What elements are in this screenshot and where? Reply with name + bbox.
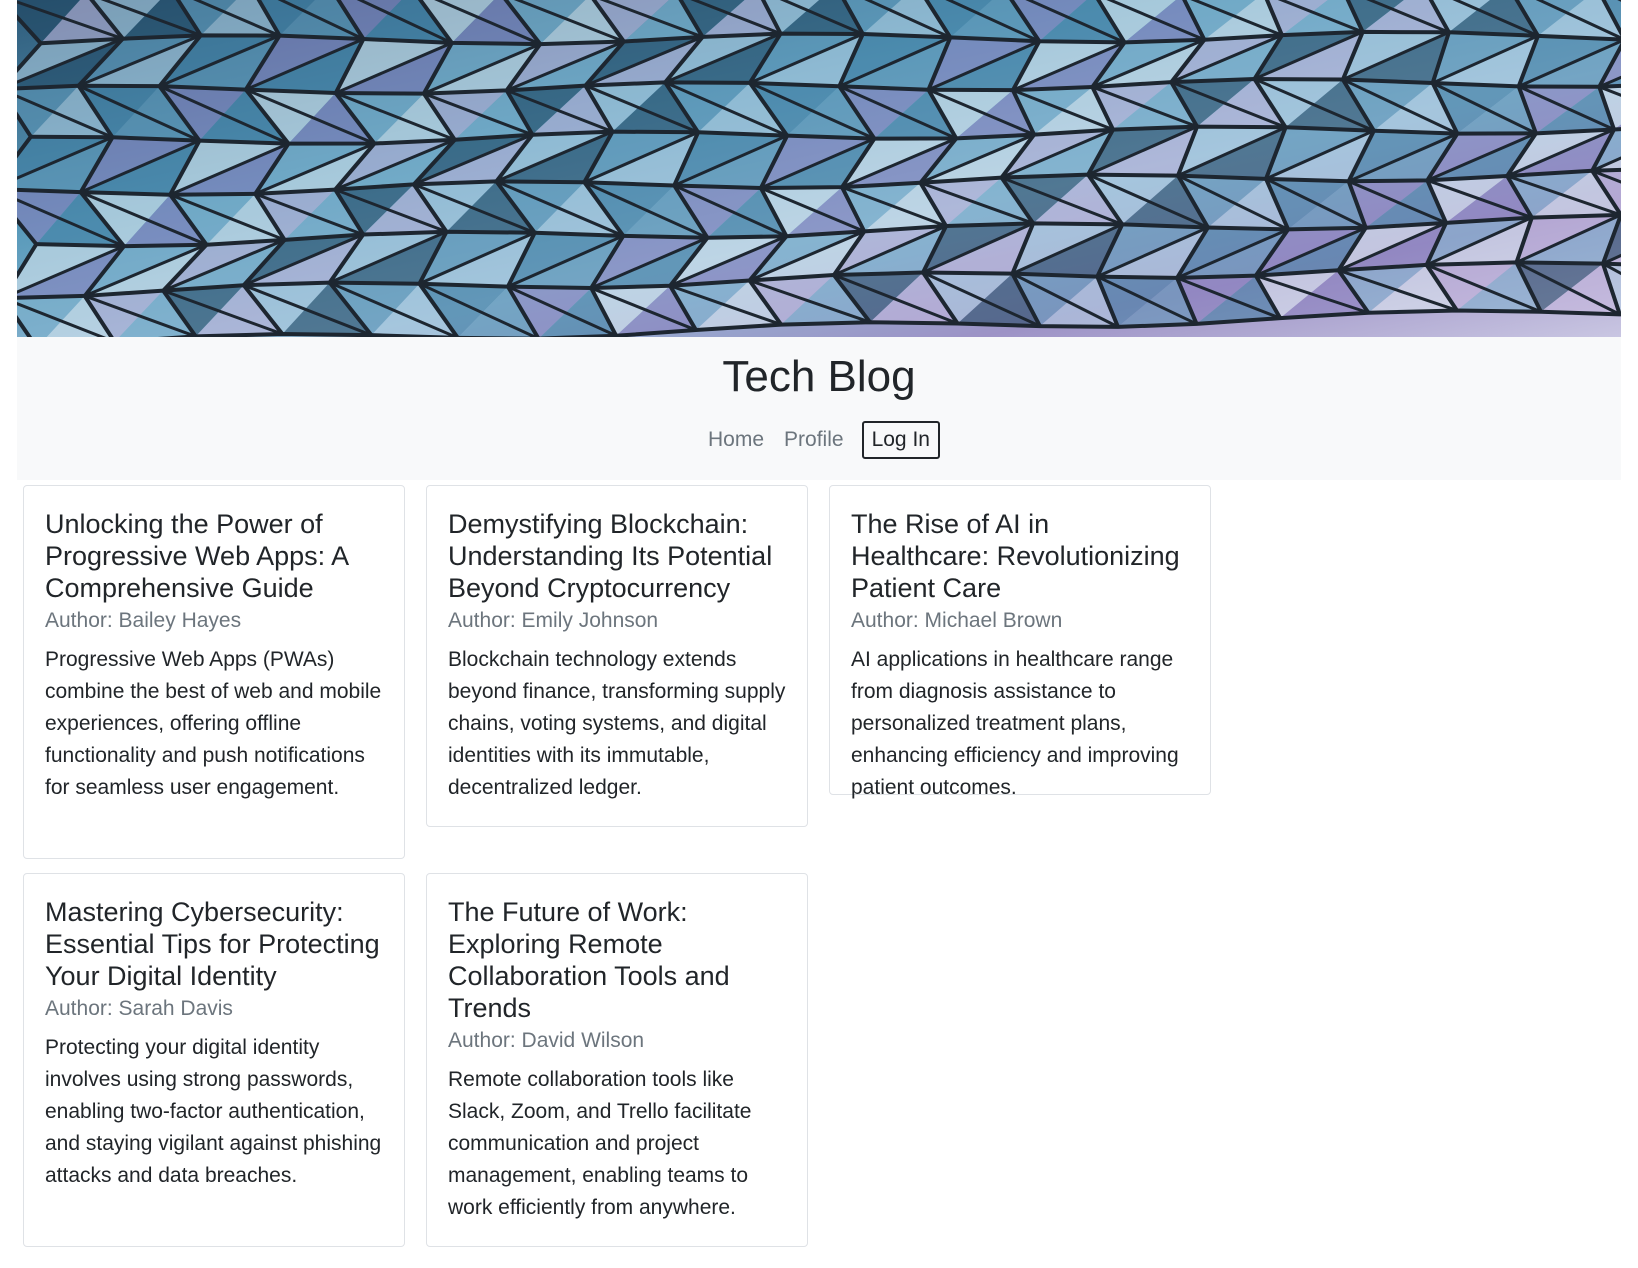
- post-title[interactable]: Unlocking the Power of Progressive Web A…: [45, 508, 383, 604]
- nav-profile-link[interactable]: Profile: [774, 421, 854, 459]
- post-author: Author: Bailey Hayes: [45, 609, 242, 632]
- post-title[interactable]: The Future of Work: Exploring Remote Col…: [448, 896, 786, 1024]
- post-title[interactable]: Demystifying Blockchain: Understanding I…: [448, 508, 786, 604]
- login-button[interactable]: Log In: [861, 421, 940, 459]
- post-title[interactable]: The Rise of AI in Healthcare: Revolution…: [851, 508, 1189, 604]
- post-author: Author: David Wilson: [448, 1029, 645, 1052]
- post-summary: Progressive Web Apps (PWAs) combine the …: [45, 648, 382, 799]
- post-title[interactable]: Mastering Cybersecurity: Essential Tips …: [45, 896, 383, 992]
- post-summary: AI applications in healthcare range from…: [851, 648, 1179, 799]
- post-author: Author: Michael Brown: [851, 609, 1063, 632]
- post-card[interactable]: Mastering Cybersecurity: Essential Tips …: [23, 873, 405, 1247]
- post-summary: Blockchain technology extends beyond fin…: [448, 648, 786, 799]
- hero-banner-image: [17, 0, 1621, 337]
- post-summary: Remote collaboration tools like Slack, Z…: [448, 1068, 752, 1219]
- main-nav: Home Profile Log In: [17, 421, 1621, 459]
- post-card[interactable]: Demystifying Blockchain: Understanding I…: [426, 485, 808, 827]
- post-summary: Protecting your digital identity involve…: [45, 1036, 382, 1187]
- site-title: Tech Blog: [722, 352, 916, 401]
- post-card[interactable]: Unlocking the Power of Progressive Web A…: [23, 485, 405, 859]
- masthead: Tech Blog Home Profile Log In: [17, 337, 1621, 480]
- post-author: Author: Sarah Davis: [45, 997, 233, 1020]
- post-card[interactable]: The Rise of AI in Healthcare: Revolution…: [829, 485, 1211, 799]
- post-card[interactable]: The Future of Work: Exploring Remote Col…: [426, 873, 808, 1247]
- geometric-glass-roof-image: [17, 0, 1621, 337]
- nav-home-link[interactable]: Home: [698, 421, 774, 459]
- post-author: Author: Emily Johnson: [448, 609, 659, 632]
